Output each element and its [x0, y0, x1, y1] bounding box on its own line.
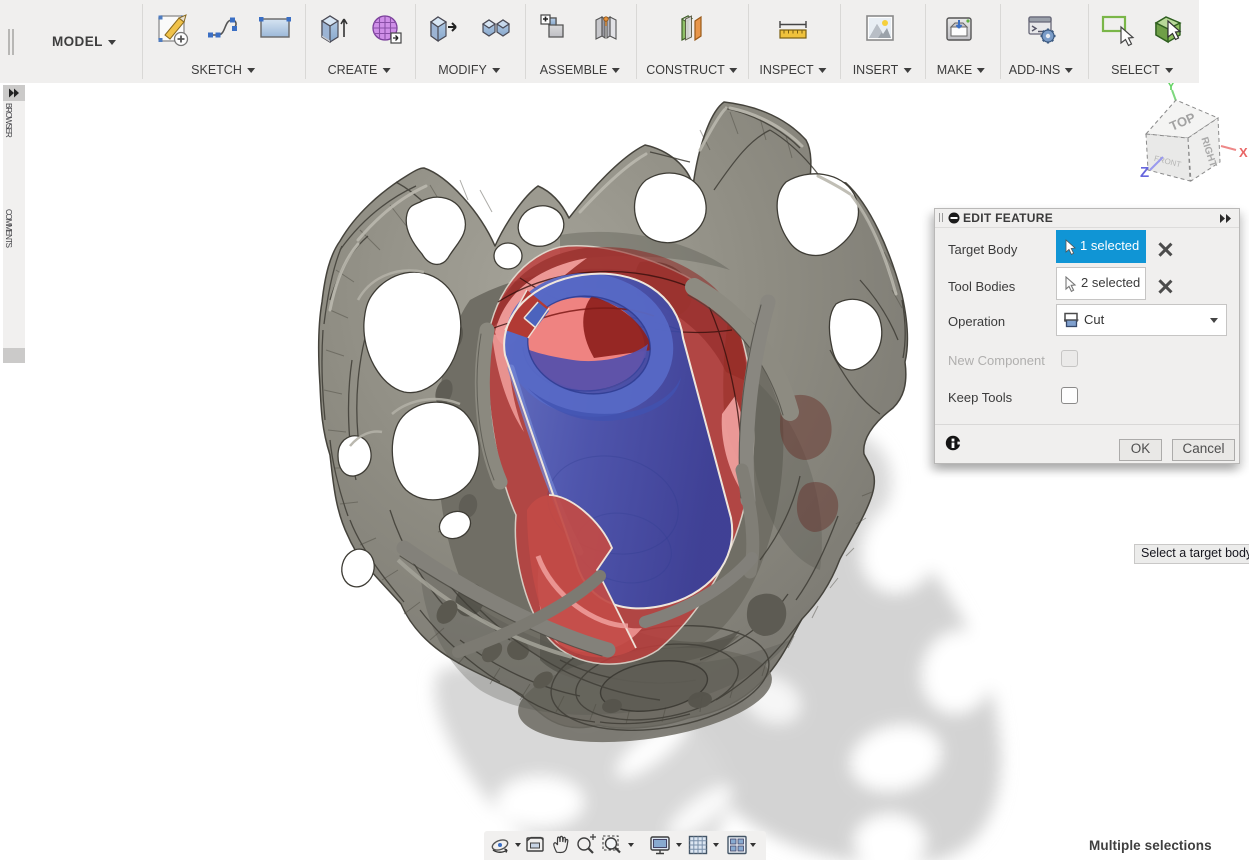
svg-text:Z: Z: [1140, 164, 1149, 181]
svg-text:X: X: [1239, 145, 1248, 160]
